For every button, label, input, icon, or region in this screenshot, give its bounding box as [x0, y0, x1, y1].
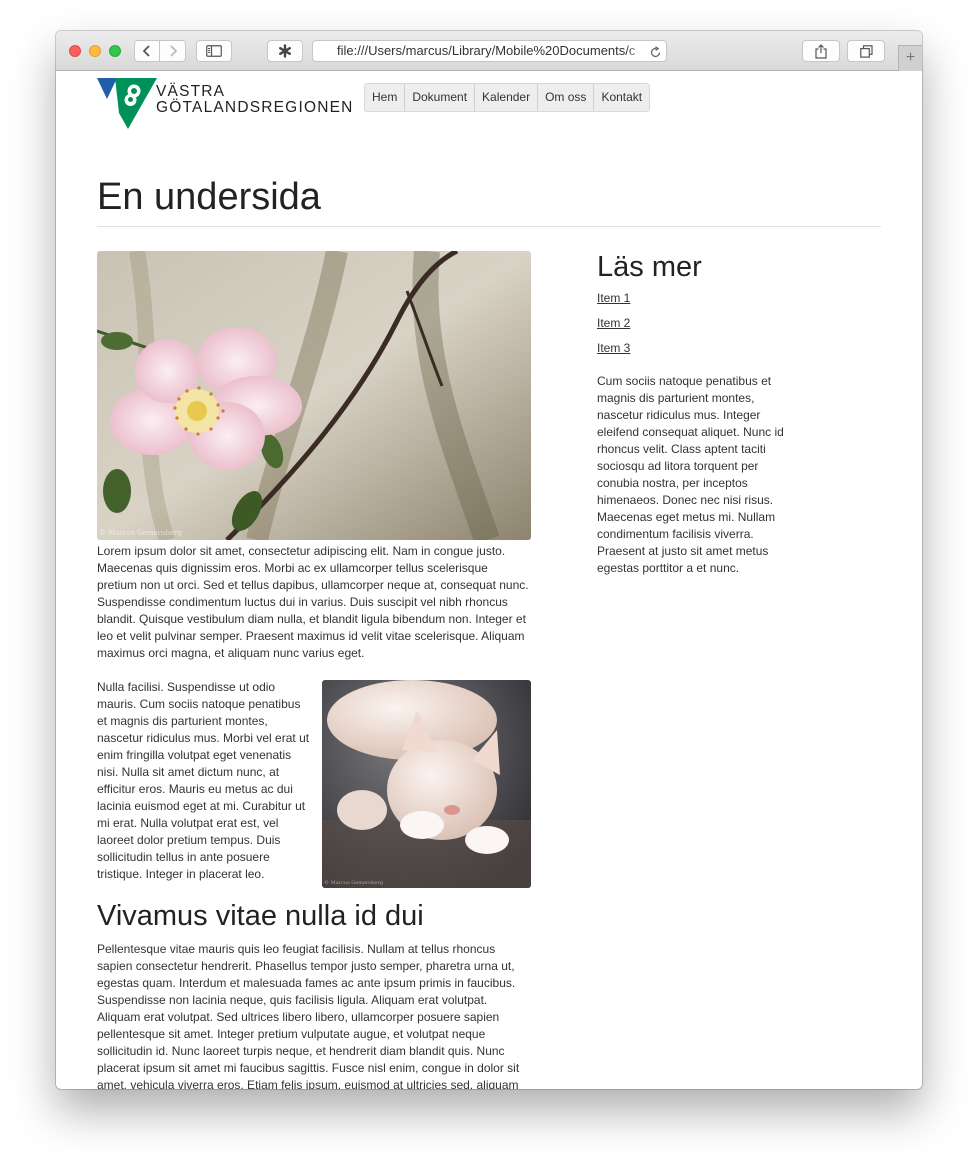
sidebar-text: Cum sociis natoque penatibus et magnis d…	[597, 374, 784, 575]
sidebar-icon	[206, 45, 222, 57]
chevron-right-icon	[169, 45, 177, 57]
sidebar-link-item-3[interactable]: Item 3	[597, 340, 630, 357]
browser-window: file:///Users/marcus/Library/Mobile%20Do…	[56, 31, 922, 1089]
paragraph-3: Pellentesque vitae mauris quis leo feugi…	[97, 942, 520, 1089]
zoom-window-button[interactable]	[109, 45, 121, 57]
share-button[interactable]	[802, 40, 840, 62]
page-title: En undersida	[97, 176, 321, 218]
nav-item-kalender[interactable]: Kalender	[475, 84, 539, 111]
extension-button[interactable]	[267, 40, 303, 62]
tab-overview-button[interactable]	[847, 40, 885, 62]
kitten-photo-credit: © Marcus Gemeroberg	[324, 879, 384, 886]
nav-item-kontakt[interactable]: Kontakt	[594, 84, 649, 111]
forward-button[interactable]	[160, 40, 186, 62]
asterisk-icon	[279, 44, 292, 58]
section-heading: Vivamus vitae nulla id dui	[97, 900, 424, 932]
address-text: file:///Users/marcus/Library/Mobile%20Do…	[337, 43, 636, 58]
page-content: VÄSTRA GÖTALANDSREGIONEN Hem Dokument Ka…	[56, 71, 922, 1089]
vgr-logo-icon	[97, 78, 157, 129]
nav-item-om-oss[interactable]: Om oss	[538, 84, 595, 111]
reload-icon[interactable]	[649, 41, 662, 61]
minimize-window-button[interactable]	[89, 45, 101, 57]
sidebar-toggle-button[interactable]	[196, 40, 232, 62]
rose-photo: © Marcus Gemeroberg	[97, 251, 531, 540]
browser-toolbar: file:///Users/marcus/Library/Mobile%20Do…	[56, 31, 922, 71]
logo-line-1: VÄSTRA	[156, 83, 226, 100]
nav-item-hem[interactable]: Hem	[365, 84, 406, 111]
address-fade	[626, 41, 646, 61]
share-icon	[815, 43, 827, 59]
new-tab-button[interactable]: +	[898, 45, 922, 71]
logo-line-2: GÖTALANDSREGIONEN	[156, 99, 354, 116]
sidebar-link-item-1[interactable]: Item 1	[597, 290, 630, 307]
close-window-button[interactable]	[69, 45, 81, 57]
paragraph-2: Nulla facilisi. Suspendisse ut odio maur…	[97, 680, 310, 881]
kitten-photo: © Marcus Gemeroberg	[322, 680, 531, 888]
tabs-icon	[859, 44, 873, 58]
sidebar-title: Läs mer	[597, 251, 702, 283]
rose-photo-credit: © Marcus Gemeroberg	[99, 529, 182, 537]
logo-wordmark: VÄSTRA GÖTALANDSREGIONEN	[156, 84, 354, 116]
chevron-left-icon	[142, 45, 150, 57]
paragraph-1: Lorem ipsum dolor sit amet, consectetur …	[97, 544, 529, 660]
title-divider	[97, 226, 881, 227]
nav-item-dokument[interactable]: Dokument	[405, 84, 476, 111]
site-logo[interactable]: VÄSTRA GÖTALANDSREGIONEN	[97, 77, 352, 129]
sidebar-link-item-2[interactable]: Item 2	[597, 315, 630, 332]
back-button[interactable]	[134, 40, 160, 62]
main-navigation: Hem Dokument Kalender Om oss Kontakt	[364, 83, 651, 112]
address-bar[interactable]: file:///Users/marcus/Library/Mobile%20Do…	[312, 40, 667, 62]
